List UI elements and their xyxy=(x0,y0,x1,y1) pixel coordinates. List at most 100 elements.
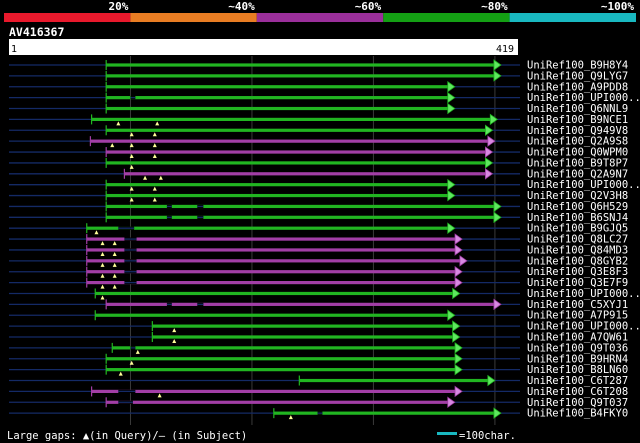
alignment-bar xyxy=(106,96,449,100)
scale-label: =100char. xyxy=(459,430,516,442)
query-gap-marker xyxy=(157,393,162,398)
legend-label: ~60% xyxy=(355,0,382,13)
alignment-bar xyxy=(90,139,489,143)
alignment-bar xyxy=(106,357,457,361)
query-gap-marker xyxy=(100,241,105,246)
query-gap-marker xyxy=(112,284,117,289)
alignment-arrow xyxy=(493,200,502,213)
query-gap-marker xyxy=(152,154,157,159)
alignment-arrow xyxy=(493,211,502,224)
query-gap-marker xyxy=(100,284,105,289)
alignment-arrow xyxy=(447,222,456,234)
query-gap-marker xyxy=(112,251,117,256)
alignment-arrow xyxy=(485,168,494,180)
alignment-arrow xyxy=(459,255,468,267)
alignment-bar xyxy=(106,74,495,78)
alignment-bar xyxy=(86,248,457,252)
query-gap-marker xyxy=(110,143,115,148)
alignment-arrow xyxy=(447,189,456,202)
alignment-arrow xyxy=(454,352,463,365)
query-gap-marker xyxy=(172,339,177,343)
footer: Large gaps: ▲(in Query)/– (in Subject) =… xyxy=(7,430,516,442)
alignment-arrow xyxy=(447,396,456,409)
alignment-bar xyxy=(86,237,457,241)
alignment-bar xyxy=(106,106,449,111)
alignment-bar xyxy=(106,204,495,209)
alignment-bar xyxy=(106,150,487,154)
alignment-bar xyxy=(106,302,495,306)
query-gap-marker xyxy=(94,230,99,235)
alignment-bar xyxy=(299,378,489,383)
query-gap-marker xyxy=(118,371,123,376)
alignment-arrow xyxy=(485,124,494,137)
alignment-bar xyxy=(86,281,457,285)
legend-segment xyxy=(383,13,510,22)
alignment-arrow xyxy=(454,244,463,256)
alignment-arrow xyxy=(447,178,456,191)
identity-legend: 20% ~40% ~60% ~80% ~100% xyxy=(4,0,636,22)
alignment-bar xyxy=(273,411,495,415)
query-gap-marker xyxy=(288,415,293,420)
query-gap-marker xyxy=(152,186,157,191)
hit-list: UniRef100_B9H8Y4UniRef100_Q9LYG7UniRef10… xyxy=(9,59,640,420)
query-gap-marker xyxy=(112,262,117,267)
query-start-label: 1 xyxy=(11,44,17,55)
alignment-arrow xyxy=(447,309,456,322)
legend-label: ~80% xyxy=(481,0,508,13)
hit-label: UniRef100_B4FKY0 xyxy=(527,408,628,420)
query-gap-marker xyxy=(100,273,105,278)
query-gap-marker xyxy=(100,295,105,300)
alignment-bar xyxy=(106,193,449,198)
query-gap-marker xyxy=(152,197,157,202)
alignment-bar xyxy=(95,313,449,317)
alignment-bar xyxy=(86,259,461,263)
alignment-bar xyxy=(152,324,454,328)
alignment-bar xyxy=(95,291,454,296)
query-gap-marker xyxy=(100,251,105,256)
alignment-arrow xyxy=(493,70,502,82)
alignment-bar xyxy=(91,117,492,121)
query-gap-marker xyxy=(158,175,163,180)
query-gap-marker xyxy=(143,175,148,180)
alignment-arrow xyxy=(454,276,463,289)
legend-segment xyxy=(130,13,257,22)
alignment-arrow xyxy=(452,287,461,300)
alignment-arrow xyxy=(454,233,463,245)
legend-label: ~40% xyxy=(228,0,255,13)
legend-label: 20% xyxy=(109,0,129,13)
alignment-bar xyxy=(124,172,487,176)
alignment-arrow xyxy=(452,320,461,332)
alignment-arrow xyxy=(452,331,461,343)
alignment-arrow xyxy=(489,113,498,126)
gaps-legend-text: Large gaps: ▲(in Query)/– (in Subject) xyxy=(7,430,247,442)
query-gap-marker xyxy=(112,241,117,246)
legend-segment xyxy=(4,13,131,22)
alignment-arrow xyxy=(454,265,463,278)
query-gap-marker xyxy=(135,349,140,354)
query-ruler-bar xyxy=(9,39,518,55)
query-gap-marker xyxy=(152,132,157,137)
legend-segment xyxy=(509,13,636,22)
alignment-bar xyxy=(106,215,495,219)
alignment-bar xyxy=(106,63,495,67)
alignment-arrow xyxy=(487,135,496,147)
scale-bar xyxy=(437,432,457,435)
query-gap-marker xyxy=(172,328,177,333)
alignment-bar xyxy=(106,183,449,187)
alignment-bar xyxy=(86,270,457,274)
alignment-bar xyxy=(106,400,449,404)
alignment-bar xyxy=(106,368,457,372)
query-end-label: 419 xyxy=(496,44,514,55)
alignment-bar xyxy=(152,335,454,339)
alignment-bar xyxy=(112,346,457,350)
alignment-arrow xyxy=(485,157,494,169)
hit-row[interactable]: UniRef100_B4FKY0 xyxy=(9,407,628,420)
alignment-arrow xyxy=(447,91,456,104)
alignment-arrow xyxy=(447,102,456,115)
alignment-bar xyxy=(106,161,487,165)
query-ruler: 1 419 xyxy=(9,39,518,55)
legend-segment xyxy=(256,13,384,22)
query-gap-marker xyxy=(116,121,121,126)
query-gap-marker xyxy=(152,143,157,148)
query-gap-marker xyxy=(112,273,117,278)
